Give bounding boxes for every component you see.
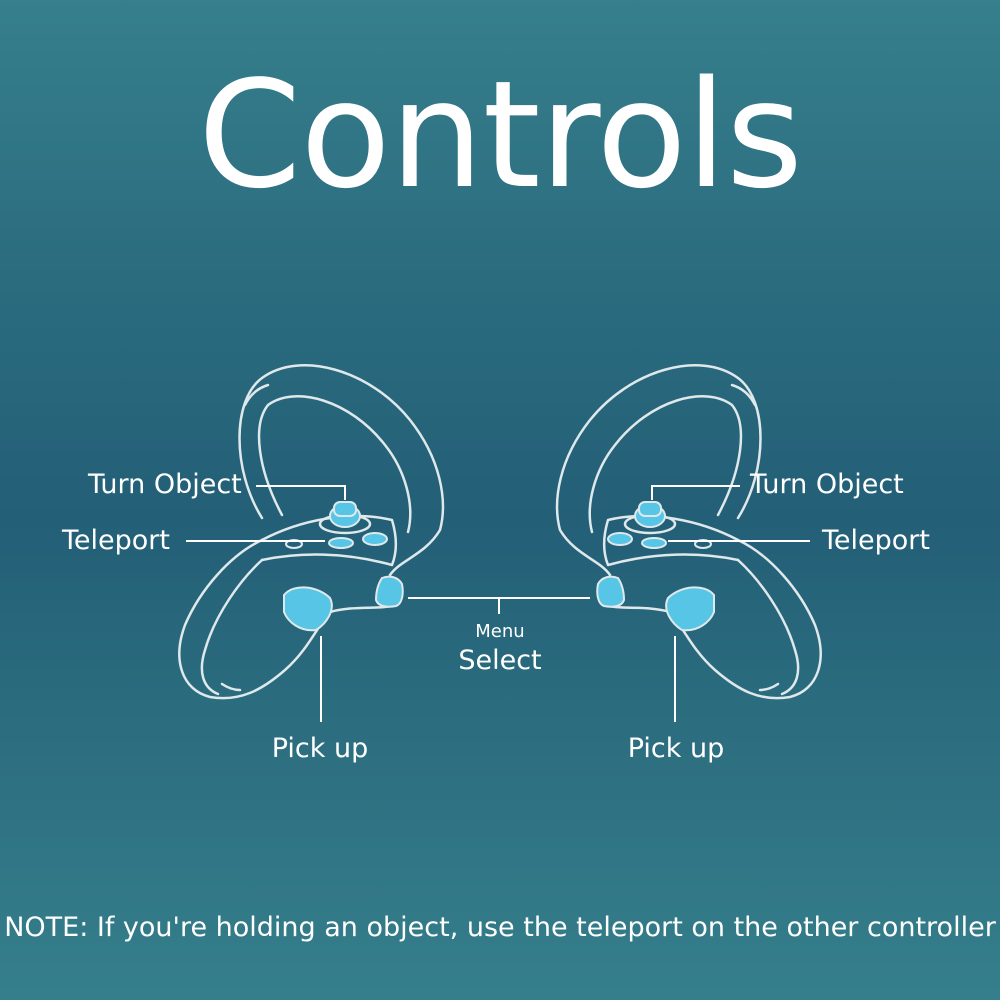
controls-screen: Controls Turn Object Teleport Turn Objec… — [0, 0, 1000, 1000]
left-pickup-trigger-icon — [283, 586, 333, 632]
right-a-button-icon — [607, 532, 633, 546]
select-leader — [408, 597, 590, 614]
menu-label: Menu — [475, 621, 525, 642]
left-teleport-label: Teleport — [62, 525, 170, 556]
right-pick-up-label: Pick up — [627, 733, 725, 764]
left-pick-up-label: Pick up — [271, 733, 369, 764]
right-pickup-trigger-icon — [665, 586, 715, 632]
right-teleport-button-icon — [641, 537, 667, 549]
right-teleport-label: Teleport — [822, 525, 930, 556]
left-controller-buttons-icon — [283, 501, 404, 632]
left-b-button-icon — [362, 532, 388, 546]
right-controller-buttons-icon — [596, 501, 715, 632]
left-teleport-button-icon — [328, 537, 354, 549]
select-label: Select — [458, 645, 542, 676]
left-select-trigger-icon — [374, 575, 404, 608]
note-text: NOTE: If you're holding an object, use t… — [4, 912, 996, 943]
right-turn-object-label: Turn Object — [750, 469, 904, 500]
right-select-trigger-icon — [596, 575, 626, 608]
left-turn-object-label: Turn Object — [88, 469, 242, 500]
leader-lines — [186, 485, 810, 722]
